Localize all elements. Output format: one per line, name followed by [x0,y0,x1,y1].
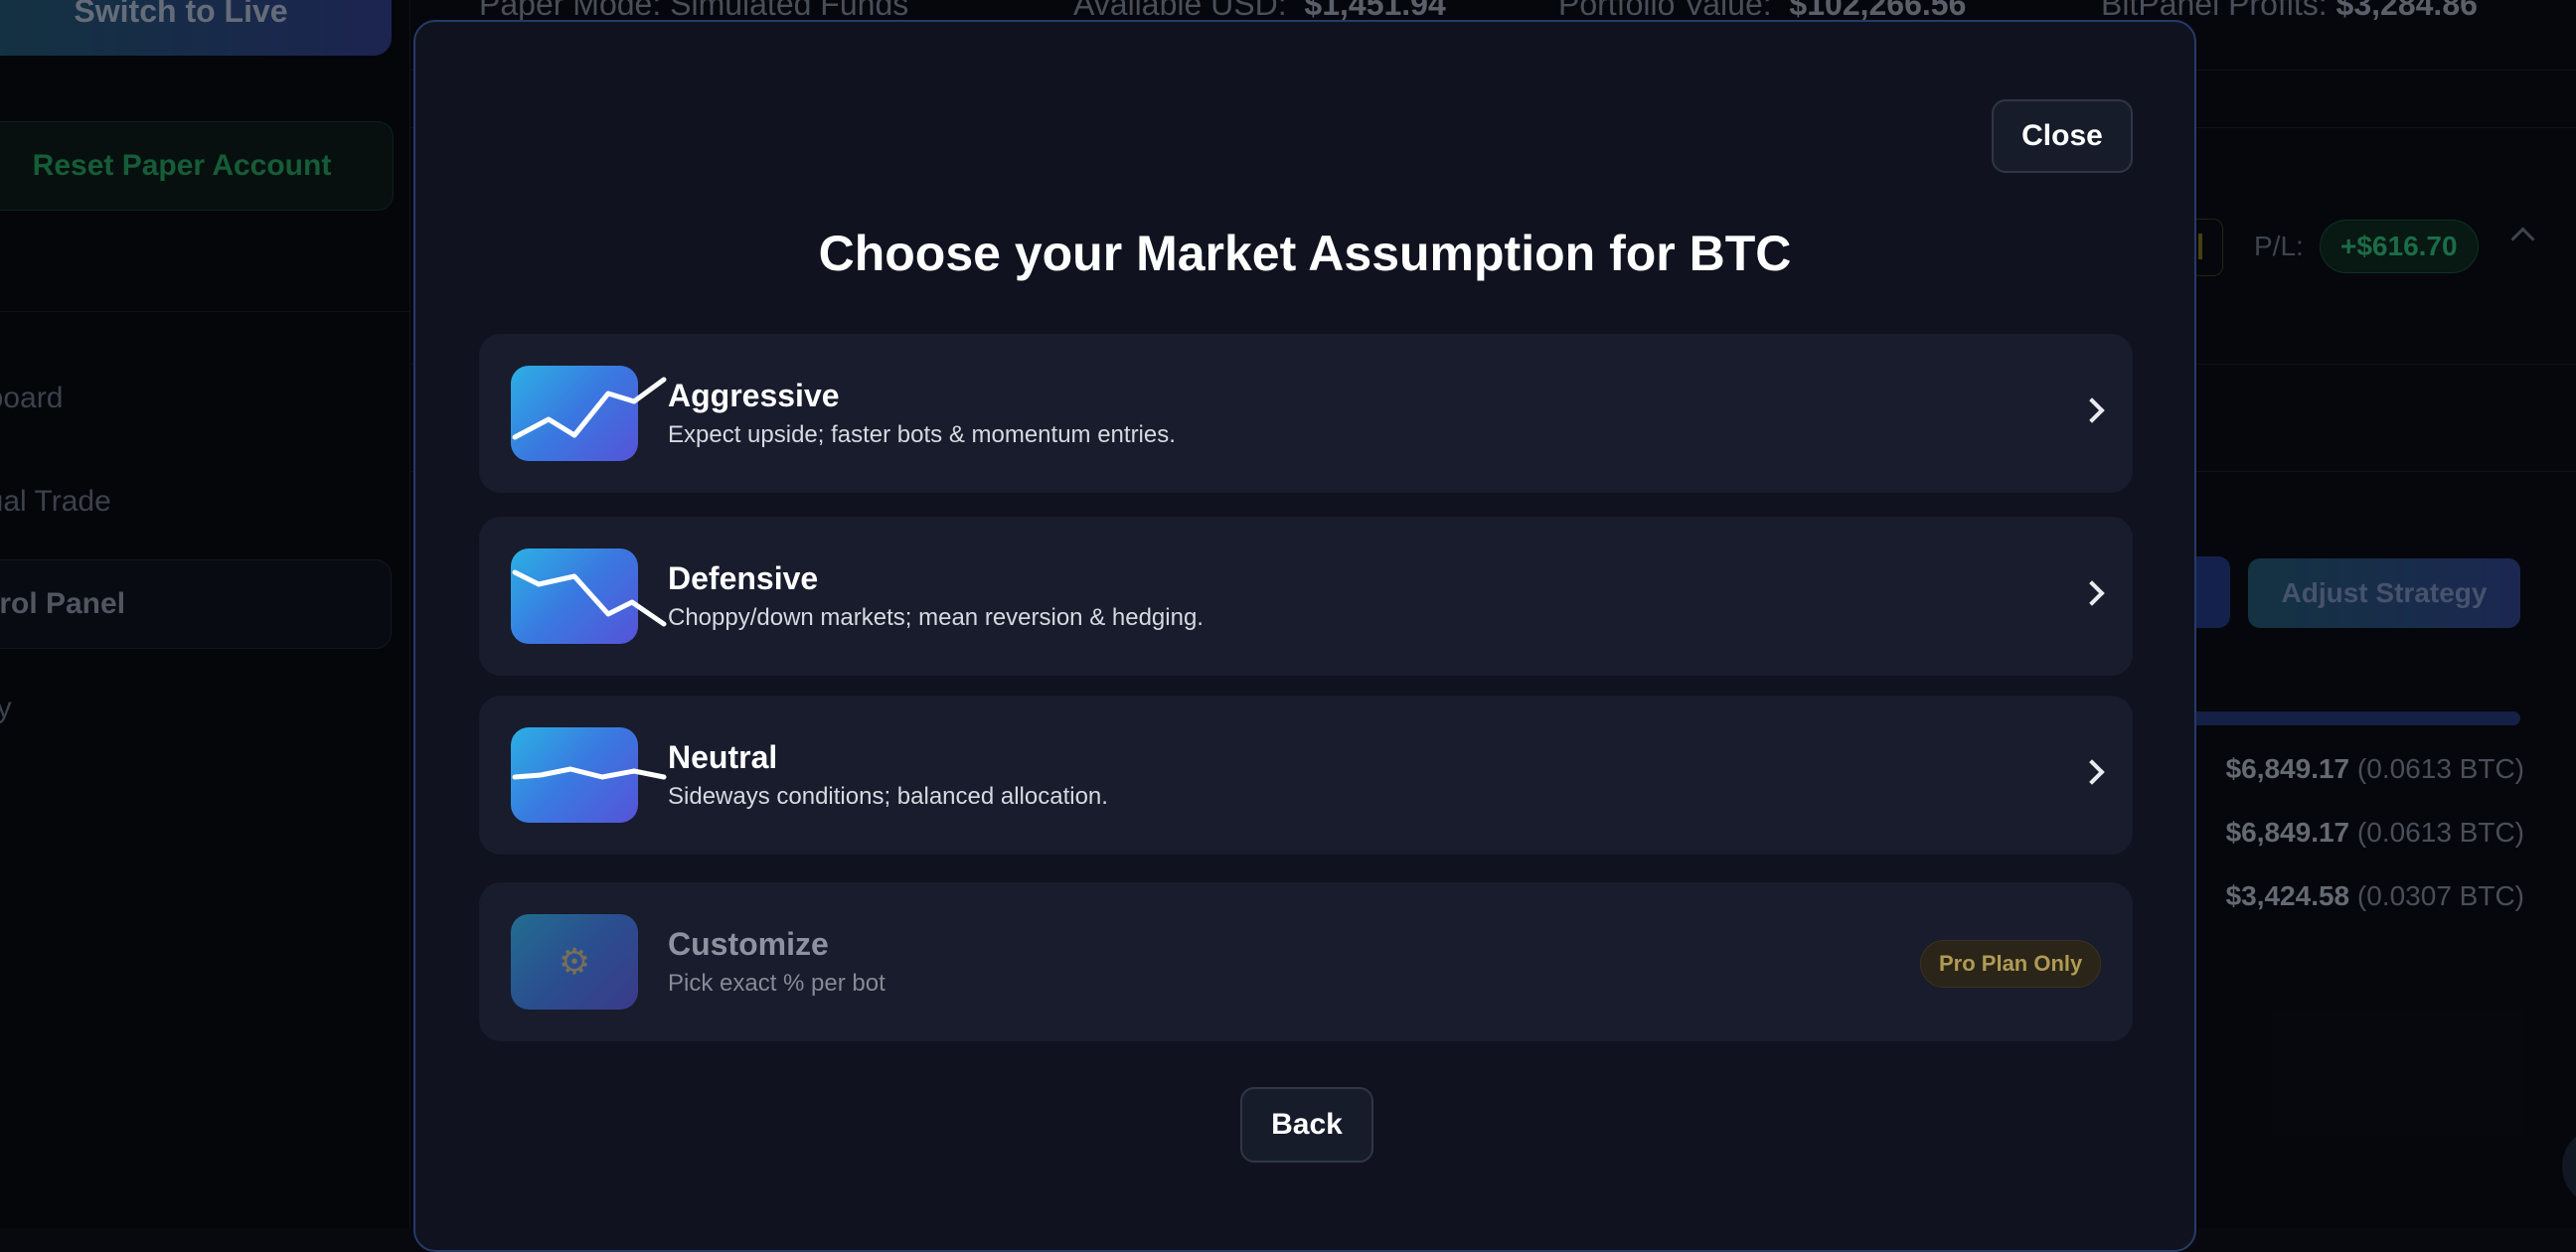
option-title: Customize [668,926,829,962]
trend-flat-icon [511,727,667,823]
option-title: Aggressive [668,378,840,413]
option-defensive[interactable]: Defensive Choppy/down markets; mean reve… [479,517,2133,676]
option-description: Choppy/down markets; mean reversion & he… [668,604,1204,631]
customize-icon-tile: ⚙ [511,914,638,1010]
option-neutral[interactable]: Neutral Sideways conditions; balanced al… [479,696,2133,855]
market-assumption-modal: Close Choose your Market Assumption for … [413,20,2196,1252]
chevron-right-icon [2079,397,2105,423]
option-description: Sideways conditions; balanced allocation… [668,783,1108,810]
chevron-right-icon [2079,580,2105,606]
option-description: Pick exact % per bot [668,970,886,997]
pro-plan-badge: Pro Plan Only [1920,940,2102,988]
option-title: Neutral [668,739,778,775]
gear-icon: ⚙ [558,941,591,982]
modal-title: Choose your Market Assumption for BTC [818,226,1792,281]
option-customize[interactable]: ⚙ Customize Pick exact % per bot Pro Pla… [479,882,2133,1041]
option-aggressive[interactable]: Aggressive Expect upside; faster bots & … [479,334,2133,493]
option-title: Defensive [668,560,819,596]
close-button[interactable]: Close [1992,99,2133,173]
option-description: Expect upside; faster bots & momentum en… [668,421,1176,448]
trend-down-icon [511,548,667,644]
chevron-right-icon [2079,759,2105,785]
trend-up-icon [511,366,667,461]
back-button[interactable]: Back [1240,1087,1373,1163]
